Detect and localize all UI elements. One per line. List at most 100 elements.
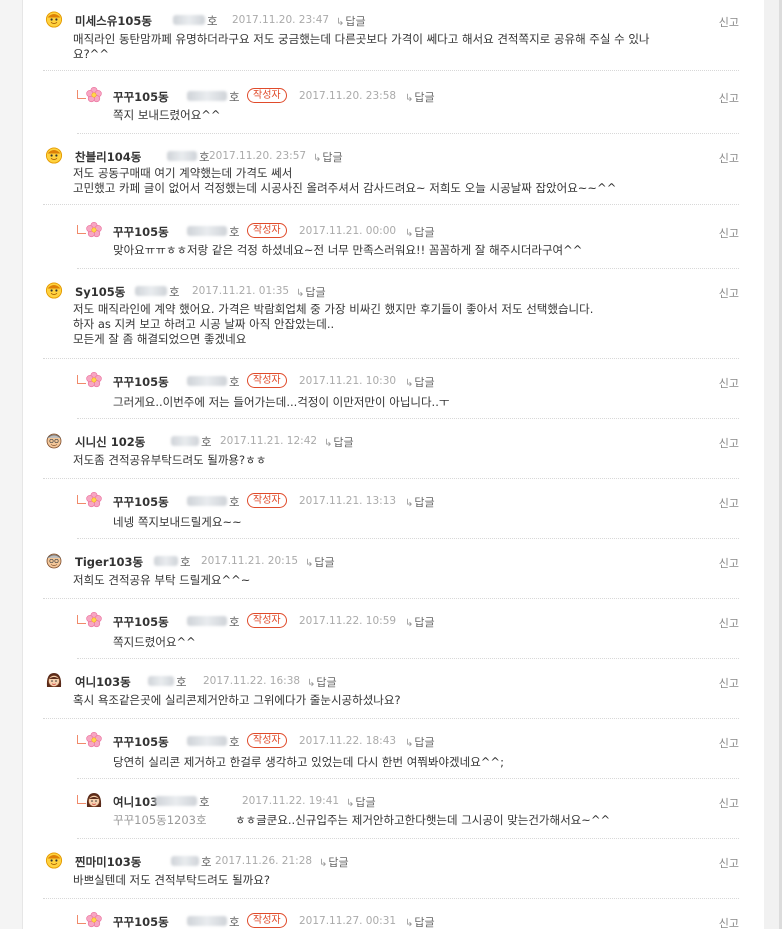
author-name[interactable]: 꾸꾸105동: [113, 374, 169, 390]
unit-suffix: 호: [229, 615, 240, 629]
author-name[interactable]: 꾸꾸105동: [113, 614, 169, 630]
author-name[interactable]: 미세스유105동: [75, 13, 152, 29]
unit-suffix: 호: [207, 14, 218, 28]
report-button[interactable]: 신고: [719, 495, 739, 511]
comment-divider: [77, 268, 739, 270]
comment-date: 2017.11.22. 19:41: [242, 795, 340, 807]
yellow-face-icon: [45, 281, 63, 299]
comment-text: 매직라인 동탄맘까페 유명하더라구요 저도 궁금했는데 다른곳보다 가격이 쎄다…: [73, 32, 650, 61]
comment-date: 2017.11.26. 21:28: [215, 855, 313, 867]
unit-suffix: 호: [199, 795, 210, 809]
comment-text: 쪽지드렸어요^^: [113, 635, 196, 649]
reply-arrow-icon: ↳: [296, 288, 305, 299]
comment-date: 2017.11.21. 00:00: [299, 225, 397, 237]
reply-arrow-icon: ↳: [313, 153, 322, 164]
writer-badge: 작성자: [247, 613, 287, 628]
reply-label: 답글: [414, 376, 435, 389]
report-button[interactable]: 신고: [719, 795, 739, 811]
report-button[interactable]: 신고: [719, 675, 739, 691]
blurred-unit-number: [187, 496, 227, 506]
comment-page: 미세스유105동 호 2017.11.20. 23:47 ↳답글 신고 매직라인 동탄맘까…: [0, 0, 782, 929]
author-name[interactable]: 여니103동: [75, 674, 131, 690]
reply-button[interactable]: ↳답글: [346, 794, 376, 810]
author-name[interactable]: 꾸꾸105동: [113, 734, 169, 750]
report-button[interactable]: 신고: [719, 150, 739, 166]
comment-text: 그러게요..이번주에 저는 들어가는데...걱정이 이만저만이 아닙니다..ㅜ: [113, 395, 450, 409]
report-button[interactable]: 신고: [719, 285, 739, 301]
pink-flower-icon: [85, 611, 103, 629]
reply-button[interactable]: ↳답글: [336, 13, 366, 29]
reply-button[interactable]: ↳답글: [307, 674, 337, 690]
author-name[interactable]: 꾸꾸105동: [113, 224, 169, 240]
author-name[interactable]: 꾸꾸105동: [113, 89, 169, 105]
author-name[interactable]: Tiger103동: [75, 554, 143, 570]
report-button[interactable]: 신고: [719, 225, 739, 241]
comment-divider: [43, 478, 739, 480]
reply-arrow-icon: ↳: [405, 93, 414, 104]
comment-text: ㅎㅎ글쿤요..신규입주는 제거안하고한다햇는데 그시공이 맞는건가해서요~^^: [235, 813, 611, 827]
blurred-unit-number: [187, 916, 227, 926]
report-button[interactable]: 신고: [719, 435, 739, 451]
report-button[interactable]: 신고: [719, 855, 739, 871]
report-button[interactable]: 신고: [719, 615, 739, 631]
author-name[interactable]: 시니신 102동: [75, 434, 145, 450]
author-name[interactable]: 여니103: [113, 794, 158, 810]
reply-button[interactable]: ↳답글: [405, 374, 435, 390]
reply-arrow-icon: ↳: [346, 798, 355, 809]
blurred-unit-number: [187, 91, 227, 101]
comment-date: 2017.11.27. 00:31: [299, 915, 397, 927]
writer-badge: 작성자: [247, 88, 287, 103]
reply-button[interactable]: ↳답글: [405, 734, 435, 750]
report-button[interactable]: 신고: [719, 735, 739, 751]
comment-divider: [77, 418, 739, 420]
blurred-unit-number: [187, 376, 227, 386]
reply-label: 답글: [414, 91, 435, 104]
author-name[interactable]: 꾸꾸105동: [113, 914, 169, 929]
writer-badge: 작성자: [247, 913, 287, 928]
reply-label: 답글: [414, 226, 435, 239]
report-button[interactable]: 신고: [719, 14, 739, 30]
unit-suffix: 호: [229, 495, 240, 509]
unit-suffix: 호: [176, 675, 187, 689]
grandpa-face-icon: [45, 551, 63, 569]
reply-label: 답글: [328, 856, 349, 869]
author-name[interactable]: 찐마미103동: [75, 854, 141, 870]
report-button[interactable]: 신고: [719, 90, 739, 106]
reply-arrow-icon: ↳: [319, 858, 328, 869]
reply-button[interactable]: ↳답글: [405, 494, 435, 510]
reply-button[interactable]: ↳답글: [313, 149, 343, 165]
reply-button[interactable]: ↳답글: [305, 554, 335, 570]
report-button[interactable]: 신고: [719, 555, 739, 571]
report-button[interactable]: 신고: [719, 915, 739, 929]
pink-flower-icon: [85, 731, 103, 749]
report-button[interactable]: 신고: [719, 375, 739, 391]
author-name[interactable]: Sy105동: [75, 284, 125, 300]
author-name[interactable]: 찬블리104동: [75, 149, 141, 165]
author-name[interactable]: 꾸꾸105동: [113, 494, 169, 510]
comment-date: 2017.11.21. 01:35: [192, 285, 290, 297]
reply-button[interactable]: ↳답글: [405, 914, 435, 929]
comment-panel: 미세스유105동 호 2017.11.20. 23:47 ↳답글 신고 매직라인 동탄맘까…: [22, 0, 766, 929]
blurred-unit-number: [135, 286, 167, 296]
pink-flower-icon: [85, 911, 103, 929]
comment-date: 2017.11.20. 23:47: [232, 14, 330, 26]
reply-button[interactable]: ↳답글: [324, 434, 354, 450]
blurred-unit-number: [171, 856, 199, 866]
comment-divider: [43, 70, 739, 72]
yellow-face-icon: [45, 146, 63, 164]
reply-arrow-icon: ↳: [405, 228, 414, 239]
reply-button[interactable]: ↳답글: [405, 614, 435, 630]
comment-date: 2017.11.20. 23:58: [299, 90, 397, 102]
blurred-unit-number: [155, 796, 197, 806]
reply-button[interactable]: ↳답글: [405, 224, 435, 240]
reply-button[interactable]: ↳답글: [319, 854, 349, 870]
reply-label: 답글: [414, 616, 435, 629]
unit-suffix: 호: [229, 90, 240, 104]
unit-suffix: 호: [201, 435, 212, 449]
reply-button[interactable]: ↳답글: [296, 284, 326, 300]
comment-text: 저도 매직라인에 계약 했어요. 가격은 박람회업체 중 가장 비싸긴 했지만 …: [73, 302, 594, 346]
reply-arrow-icon: ↳: [405, 738, 414, 749]
comment-divider: [77, 838, 739, 840]
writer-badge: 작성자: [247, 373, 287, 388]
reply-button[interactable]: ↳답글: [405, 89, 435, 105]
